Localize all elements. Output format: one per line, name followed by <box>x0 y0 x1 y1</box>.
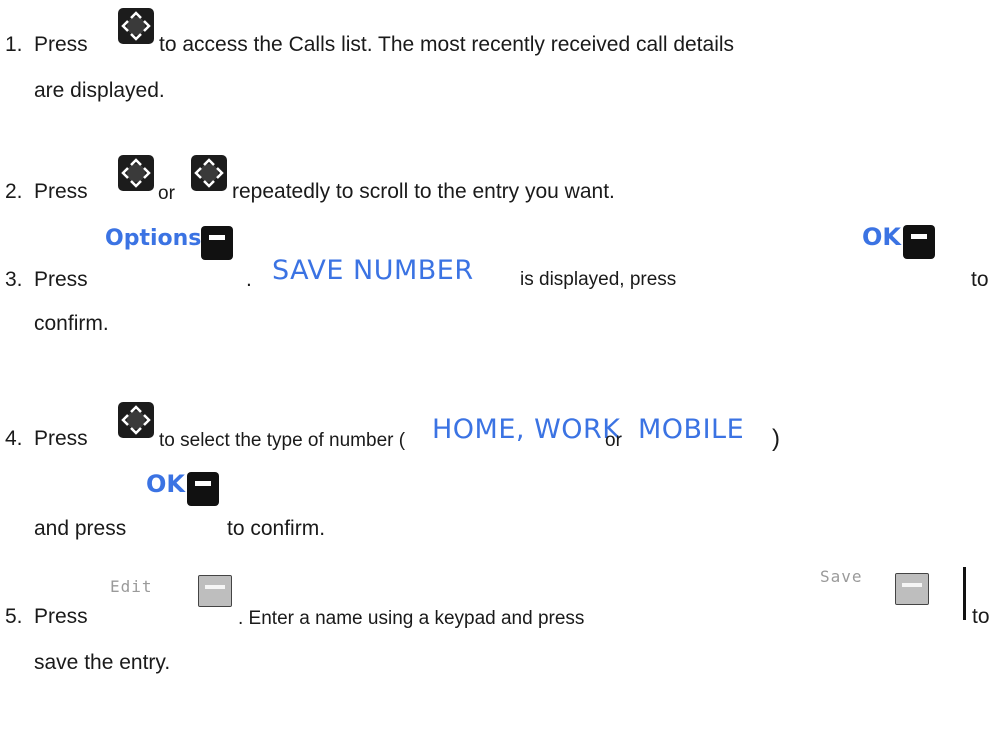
step-2-or: or <box>158 183 175 204</box>
softkey-icon <box>187 472 219 506</box>
step-3-press: Press <box>34 268 88 291</box>
step-5-number: 5. <box>5 605 23 628</box>
navigation-key-icon <box>118 8 154 44</box>
step-2-press: Press <box>34 180 88 203</box>
display-home-work: HOME, WORK <box>432 414 621 445</box>
step-3-text-cont: confirm. <box>34 312 109 335</box>
step-4-text-cont: and press <box>34 517 127 540</box>
step-1-number: 1. <box>5 33 23 56</box>
step-3-to: to <box>971 268 989 291</box>
softkey-icon <box>895 573 929 605</box>
navigation-key-icon <box>118 155 154 191</box>
ok-softkey-label: OK <box>862 223 901 251</box>
navigation-key-icon <box>118 402 154 438</box>
step-3-text: is displayed, press <box>520 269 677 290</box>
ok-softkey-label: OK <box>146 470 185 498</box>
step-5-text-cont: save the entry. <box>34 651 171 674</box>
step-5-to: to <box>972 605 990 628</box>
step-3-number: 3. <box>5 268 23 291</box>
step-1-press: Press <box>34 33 88 56</box>
display-save-number: SAVE NUMBER <box>272 255 474 286</box>
step-2-text: repeatedly to scroll to the entry you wa… <box>232 180 615 203</box>
step-5-text: . Enter a name using a keypad and press <box>238 608 585 629</box>
softkey-icon <box>903 225 935 259</box>
step-4-text: to select the type of number ( <box>159 430 406 451</box>
step-4-or: or <box>605 430 622 451</box>
step-3-period: . <box>246 268 252 291</box>
step-5-press: Press <box>34 605 88 628</box>
step-4-text-end: to confirm. <box>227 517 326 540</box>
display-mobile: MOBILE <box>638 414 745 445</box>
step-4-close-paren: ) <box>772 425 780 452</box>
softkey-icon <box>198 575 232 607</box>
edit-softkey-label: Edit <box>110 577 153 596</box>
step-4-press: Press <box>34 427 88 450</box>
divider-bar <box>963 567 966 620</box>
step-2-number: 2. <box>5 180 23 203</box>
navigation-key-icon <box>191 155 227 191</box>
step-4-number: 4. <box>5 427 23 450</box>
softkey-icon <box>201 226 233 260</box>
step-1-text: to access the Calls list. The most recen… <box>159 33 735 56</box>
step-1-text-cont: are displayed. <box>34 79 165 102</box>
save-softkey-label: Save <box>820 567 863 586</box>
options-softkey-label: Options <box>105 226 202 251</box>
